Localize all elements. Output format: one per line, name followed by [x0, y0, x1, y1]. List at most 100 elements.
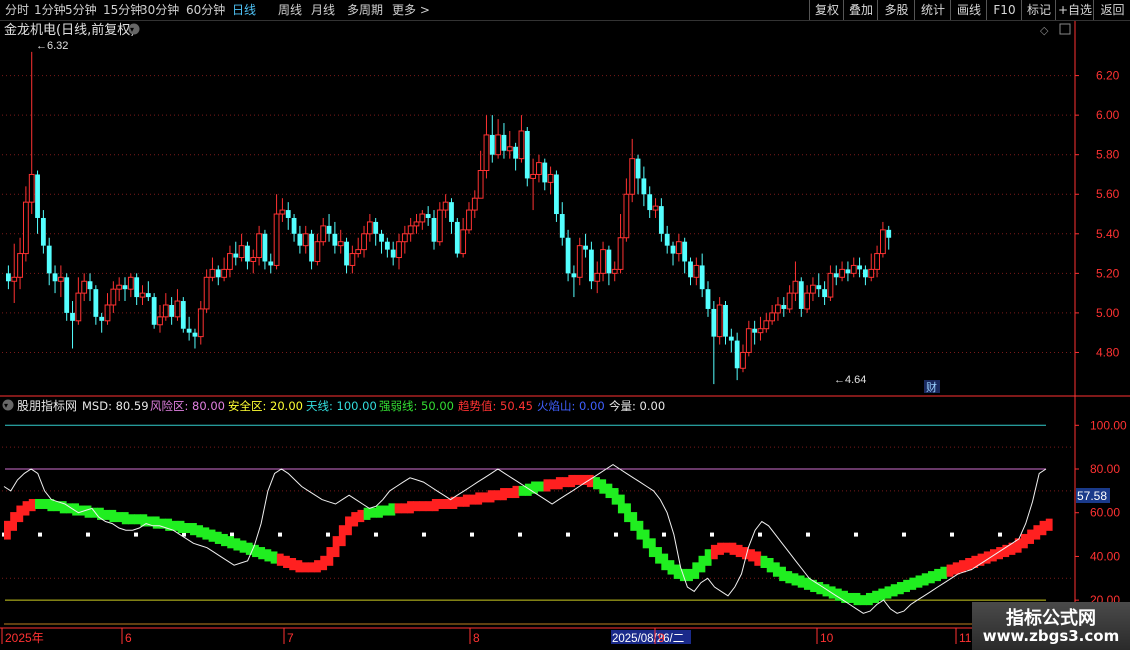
- midline-dot: [134, 532, 138, 537]
- midline-dot: [902, 532, 906, 537]
- candle-up: [506, 146, 513, 152]
- candle-down: [845, 269, 851, 274]
- candle-up: [273, 213, 280, 266]
- candle-up: [81, 280, 88, 294]
- candle-down: [99, 316, 105, 321]
- trend-brick: [431, 498, 439, 512]
- trend-brick: [227, 536, 235, 549]
- candle-up: [740, 351, 746, 369]
- candle-down: [134, 277, 140, 298]
- trend-brick: [803, 577, 811, 590]
- finance-badge[interactable]: 财: [926, 380, 937, 394]
- candle-down: [635, 158, 641, 179]
- candle-down: [64, 277, 70, 313]
- current-value-label: 57.58: [1077, 489, 1107, 503]
- trend-brick: [555, 477, 563, 490]
- trend-brick: [537, 481, 545, 492]
- title-dropdown-chevron-icon[interactable]: ▾: [130, 25, 134, 34]
- candle-up: [804, 292, 811, 310]
- trend-brick: [859, 595, 867, 606]
- candle-up: [407, 225, 414, 235]
- candle-up: [576, 245, 583, 278]
- candle-down: [52, 273, 58, 282]
- window-toggle-icon[interactable]: [1059, 23, 1071, 35]
- date-axis-label: 9: [658, 631, 665, 645]
- trend-brick: [357, 509, 365, 523]
- candle-down: [215, 269, 221, 278]
- candle-down: [583, 245, 588, 250]
- candle-down: [46, 245, 52, 274]
- indicator-dropdown-chevron-icon[interactable]: ▾: [4, 401, 8, 410]
- trend-brick: [1027, 529, 1034, 544]
- candle-down: [180, 301, 186, 329]
- candle-up: [279, 209, 286, 215]
- candle-down: [798, 281, 804, 309]
- candle-down: [886, 229, 892, 238]
- candle-up: [763, 320, 770, 330]
- candle-down: [285, 210, 291, 218]
- price-axis-label: 6.20: [1096, 69, 1120, 83]
- candle-up: [75, 292, 82, 322]
- candle-up: [361, 233, 367, 251]
- indicator-value-6: 火焰山: 0.00: [537, 399, 605, 413]
- trend-brick: [1002, 544, 1010, 558]
- trend-brick: [326, 547, 334, 566]
- candle-down: [431, 217, 437, 242]
- candle-up: [693, 264, 700, 278]
- trend-brick: [853, 592, 861, 606]
- candle-up: [850, 264, 857, 274]
- trend-brick: [152, 516, 160, 529]
- candle-down: [93, 289, 99, 317]
- trend-brick: [903, 579, 910, 593]
- trend-brick: [258, 547, 266, 560]
- candle-up: [355, 249, 362, 255]
- trend-brick: [710, 544, 718, 560]
- trend-brick: [301, 562, 309, 573]
- trend-brick: [270, 551, 278, 564]
- midline-dot: [758, 532, 762, 537]
- watermark-url: www.zbgs3.com: [982, 627, 1120, 645]
- trend-brick: [797, 575, 805, 588]
- candle-down: [682, 241, 688, 262]
- trend-brick: [909, 577, 917, 590]
- candle-up: [238, 245, 245, 259]
- diamond-icon[interactable]: ◇: [1040, 24, 1049, 37]
- candle-up: [471, 197, 478, 211]
- candle-down: [332, 233, 338, 246]
- trend-brick: [394, 503, 402, 514]
- candle-down: [699, 265, 705, 290]
- trend-brick: [283, 555, 290, 568]
- candle-up: [227, 253, 233, 270]
- candle-up: [302, 233, 309, 247]
- trend-brick: [41, 498, 49, 509]
- trend-brick: [630, 512, 638, 531]
- candle-up: [110, 288, 117, 306]
- trend-brick: [493, 490, 501, 501]
- midline-dot: [518, 532, 522, 537]
- trend-brick: [338, 525, 346, 547]
- candle-up: [600, 249, 606, 274]
- trend-brick: [661, 553, 669, 571]
- candle-down: [291, 217, 297, 234]
- chart-canvas[interactable]: 6.20 6.00 5.80 5.60 5.40 5.20 5.00 4.80 金龙机电(日线,…: [0, 0, 1130, 650]
- candle-up: [22, 201, 29, 255]
- trend-brick: [698, 555, 706, 573]
- candle-down: [822, 289, 827, 298]
- trend-brick: [642, 529, 650, 549]
- candle-up: [792, 280, 799, 294]
- price-axis-label: 6.00: [1096, 108, 1120, 122]
- candle-down: [554, 174, 559, 215]
- trend-brick: [593, 477, 600, 490]
- candle-up: [810, 284, 816, 294]
- trend-brick: [704, 549, 712, 566]
- candle-down: [87, 281, 93, 290]
- candle-up: [174, 300, 181, 318]
- candle-down: [384, 241, 390, 250]
- indicator-name: 股朋指标网: [17, 398, 77, 413]
- trend-brick: [667, 560, 675, 575]
- trend-brick: [481, 492, 489, 503]
- trend-brick: [456, 496, 464, 507]
- candle-up: [495, 134, 502, 156]
- trend-brick: [878, 588, 886, 601]
- trend-brick: [754, 551, 762, 566]
